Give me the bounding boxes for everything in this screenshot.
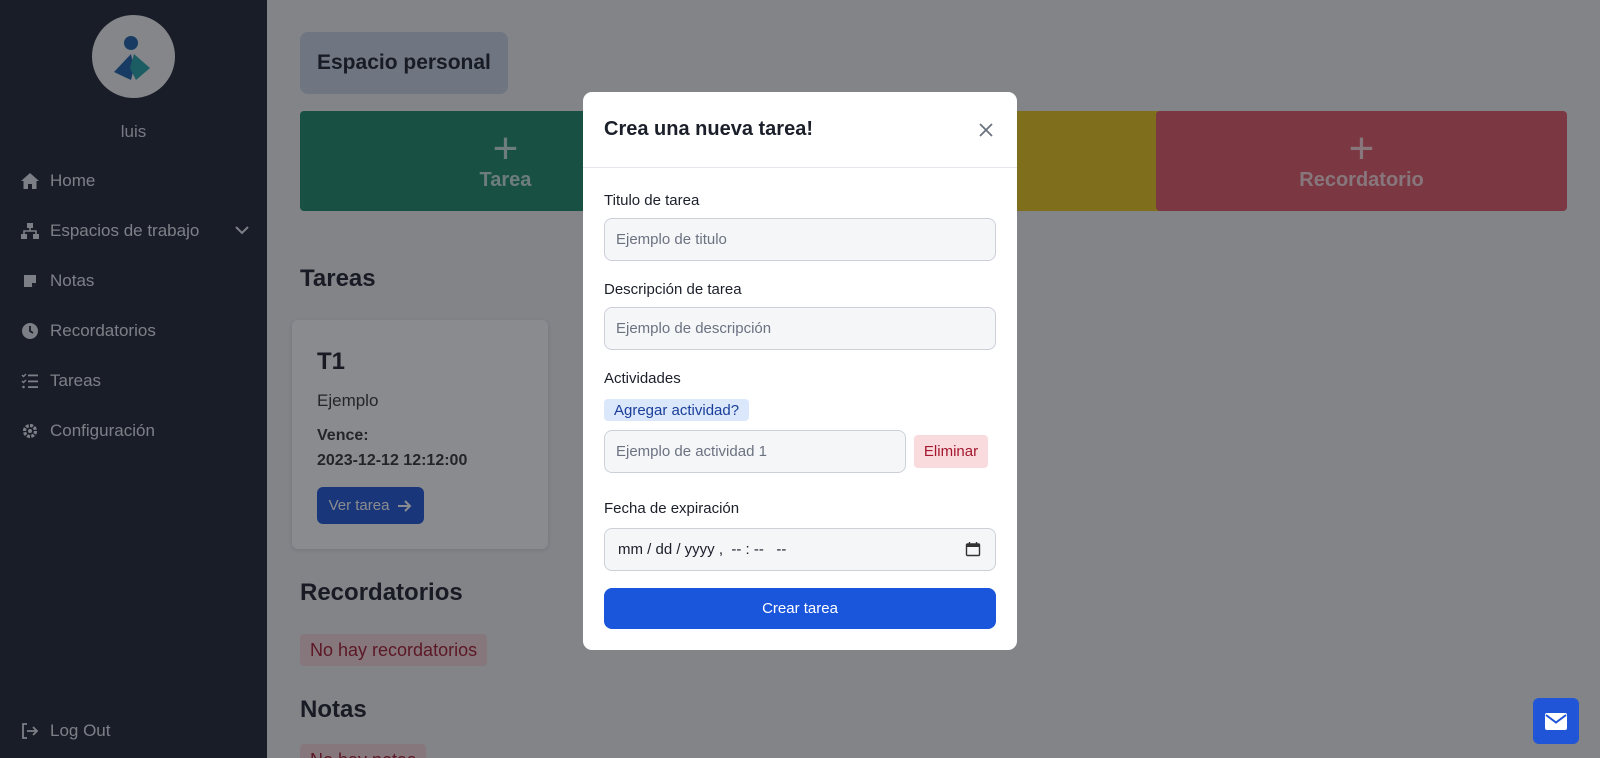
task-description-input[interactable]	[604, 307, 996, 350]
mail-icon	[1545, 712, 1567, 730]
modal-title: Crea una nueva tarea!	[604, 118, 813, 140]
task-title-label: Titulo de tarea	[604, 192, 700, 209]
close-icon	[979, 123, 993, 137]
delete-activity-button[interactable]: Eliminar	[914, 435, 988, 468]
activities-label: Actividades	[604, 370, 681, 387]
expiry-datetime-input[interactable]: mm / dd / yyyy , -- : -- --	[604, 528, 996, 571]
expiry-datetime-placeholder: mm / dd / yyyy , -- : -- --	[618, 541, 787, 558]
close-button[interactable]	[974, 118, 998, 142]
task-description-label: Descripción de tarea	[604, 281, 742, 298]
modal-header: Crea una nueva tarea!	[583, 92, 1017, 168]
mail-button[interactable]	[1533, 698, 1579, 744]
new-task-modal: Crea una nueva tarea! Titulo de tarea De…	[583, 92, 1017, 650]
task-title-input[interactable]	[604, 218, 996, 261]
create-task-button[interactable]: Crear tarea	[604, 588, 996, 629]
calendar-icon[interactable]	[965, 541, 981, 561]
activity-input[interactable]	[604, 430, 906, 473]
add-activity-button[interactable]: Agregar actividad?	[604, 399, 750, 421]
expiry-date-label: Fecha de expiración	[604, 500, 740, 517]
